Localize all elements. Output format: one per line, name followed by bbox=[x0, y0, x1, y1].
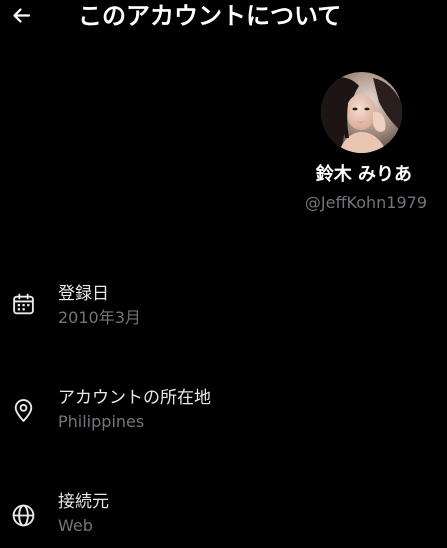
page-title: このアカウントについて bbox=[78, 2, 342, 30]
join-date-value: 2010年3月 bbox=[58, 308, 141, 327]
about-account-page: このアカウントについて 鈴木 みりあ @JeffKohn1979 登録日 201… bbox=[0, 0, 447, 548]
arrow-left-icon bbox=[13, 8, 31, 23]
avatar-image bbox=[321, 72, 402, 153]
join-date-label: 登録日 bbox=[58, 284, 109, 304]
location-pin-icon bbox=[14, 399, 33, 422]
username-handle: @JeffKohn1979 bbox=[304, 193, 427, 212]
account-location-label: アカウントの所在地 bbox=[58, 388, 211, 408]
header: このアカウントについて bbox=[0, 0, 447, 34]
detail-row-connected-via: 接続元 Web bbox=[0, 490, 447, 548]
calendar-icon bbox=[13, 293, 34, 315]
detail-row-join-date: 登録日 2010年3月 bbox=[0, 282, 447, 342]
globe-icon bbox=[12, 504, 35, 527]
back-button[interactable] bbox=[9, 4, 33, 28]
account-location-value: Philippines bbox=[58, 412, 145, 431]
connected-via-value: Web bbox=[58, 516, 93, 535]
connected-via-label: 接続元 bbox=[58, 492, 109, 512]
display-name: 鈴木 みりあ bbox=[315, 164, 412, 185]
avatar[interactable] bbox=[321, 72, 402, 153]
detail-row-account-location: アカウントの所在地 Philippines bbox=[0, 386, 447, 446]
